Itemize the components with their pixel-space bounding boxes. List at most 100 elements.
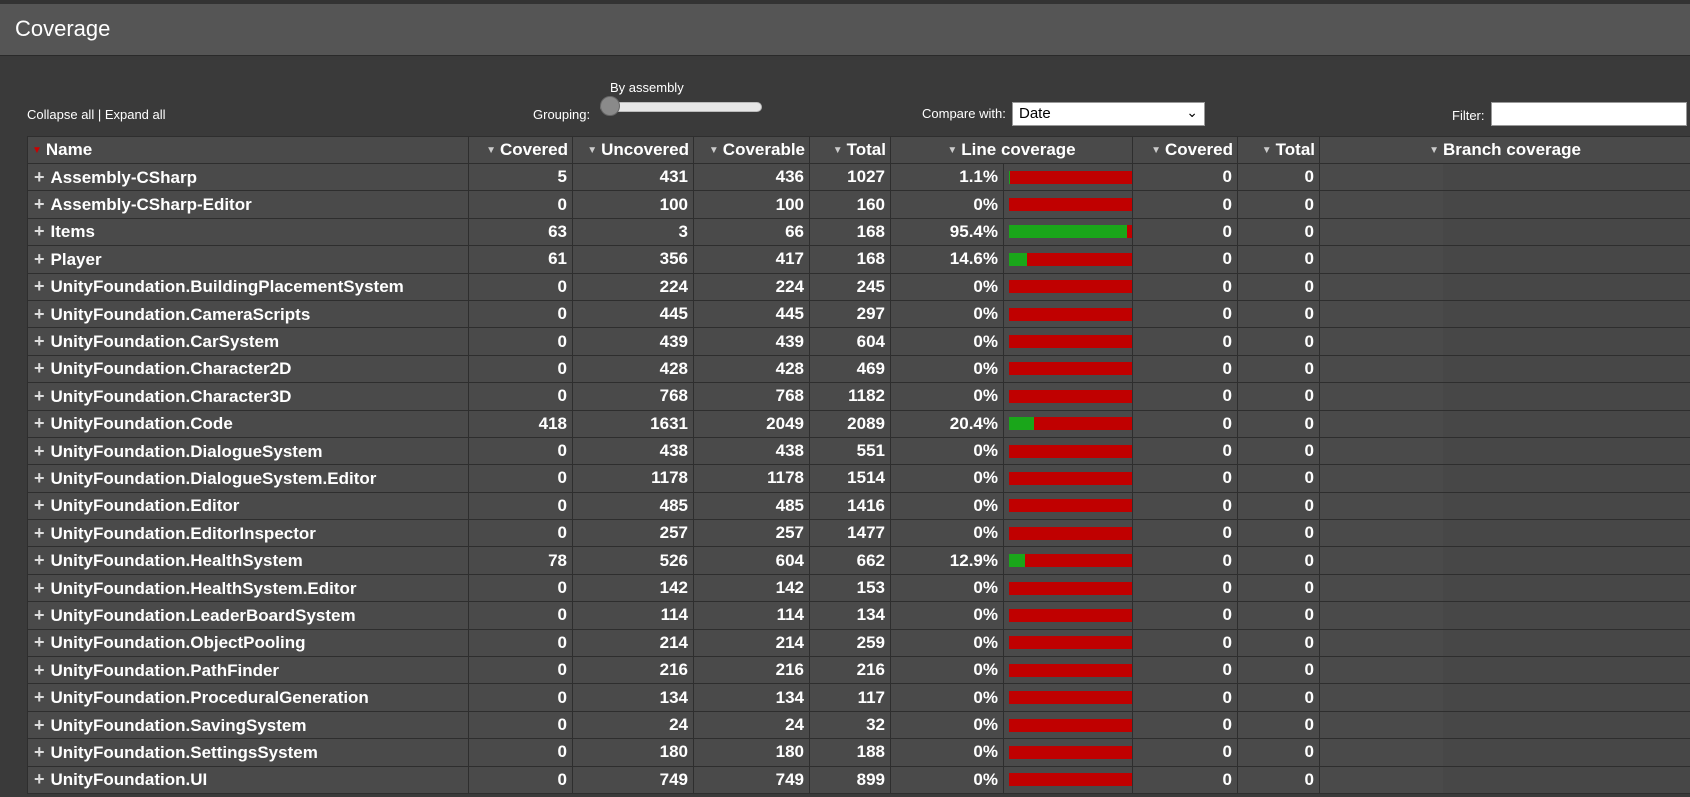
expand-plus-icon[interactable]: +: [34, 687, 45, 707]
expand-plus-icon[interactable]: +: [34, 358, 45, 378]
row-coverable: 485: [693, 491, 810, 521]
row-name-cell[interactable]: + UnityFoundation.CarSystem: [27, 327, 469, 356]
table-row[interactable]: + UnityFoundation.Character3D 0 768 768 1182 0…: [27, 382, 1690, 411]
header-covered[interactable]: ▼ Covered: [468, 136, 573, 164]
header-branch-coverage[interactable]: ▼ Branch coverage: [1319, 136, 1690, 164]
row-branch-covered: 0: [1132, 519, 1239, 548]
header-coverable[interactable]: ▼ Coverable: [693, 136, 810, 164]
row-branch-coverage: [1319, 162, 1690, 192]
row-coverable: 439: [693, 327, 810, 356]
table-row[interactable]: + UnityFoundation.SavingSystem 0 24 24 32 0% 0 0: [27, 710, 1690, 740]
table-row[interactable]: + UnityFoundation.HealthSystem.Editor 0 142…: [27, 573, 1690, 603]
expand-plus-icon[interactable]: +: [34, 495, 45, 515]
expand-plus-icon[interactable]: +: [34, 249, 45, 269]
expand-plus-icon[interactable]: +: [34, 276, 45, 296]
filter-input[interactable]: [1491, 102, 1687, 126]
row-name-cell[interactable]: + UnityFoundation.Character2D: [27, 354, 469, 384]
grouping-slider[interactable]: [600, 96, 762, 116]
row-name-cell[interactable]: + UnityFoundation.DialogueSystem: [27, 436, 469, 466]
expand-plus-icon[interactable]: +: [34, 742, 45, 762]
header-branch-total[interactable]: ▼ Total: [1237, 136, 1321, 164]
table-row[interactable]: + UnityFoundation.Code 418 1631 2049 2089 20.4…: [27, 409, 1690, 438]
row-branch-covered: 0: [1132, 738, 1239, 767]
header-line-coverage[interactable]: ▼ Line coverage: [889, 136, 1134, 164]
slider-track[interactable]: [600, 102, 762, 112]
table-row[interactable]: + UnityFoundation.CarSystem 0 439 439 604 0% 0 0: [27, 327, 1690, 356]
table-row[interactable]: + Player 61 356 417 168 14.6% 0 0: [27, 245, 1690, 274]
expand-plus-icon[interactable]: +: [34, 386, 45, 406]
row-name-cell[interactable]: + UnityFoundation.ProceduralGeneration: [27, 683, 469, 712]
row-name-cell[interactable]: + UnityFoundation.HealthSystem: [27, 546, 469, 575]
expand-plus-icon[interactable]: +: [34, 605, 45, 625]
expand-plus-icon[interactable]: +: [34, 413, 45, 433]
row-name-cell[interactable]: + Assembly-CSharp-Editor: [27, 190, 469, 219]
expand-plus-icon[interactable]: +: [34, 632, 45, 652]
expand-plus-icon[interactable]: +: [34, 167, 45, 187]
table-row[interactable]: + UnityFoundation.SettingsSystem 0 180 180 18…: [27, 738, 1690, 767]
row-name-cell[interactable]: + UnityFoundation.PathFinder: [27, 656, 469, 685]
table-row[interactable]: + Items 63 3 66 168 95.4% 0 0: [27, 217, 1690, 247]
row-name-cell[interactable]: + UnityFoundation.Character3D: [27, 382, 469, 411]
table-row[interactable]: + UnityFoundation.Editor 0 485 485 1416 0% 0 0: [27, 491, 1690, 521]
header-total[interactable]: ▼ Total: [809, 136, 891, 164]
expand-plus-icon[interactable]: +: [34, 550, 45, 570]
expand-plus-icon[interactable]: +: [34, 194, 45, 214]
expand-plus-icon[interactable]: +: [34, 660, 45, 680]
table-row[interactable]: + UnityFoundation.CameraScripts 0 445 445 297…: [27, 299, 1690, 329]
expand-plus-icon[interactable]: +: [34, 578, 45, 598]
row-name-cell[interactable]: + UnityFoundation.Code: [27, 409, 469, 438]
row-coverable: 134: [693, 683, 810, 712]
row-name-cell[interactable]: + UnityFoundation.Editor: [27, 491, 469, 521]
row-name-cell[interactable]: + UnityFoundation.DialogueSystem.Editor: [27, 464, 469, 493]
header-branch-covered[interactable]: ▼ Covered: [1132, 136, 1239, 164]
table-row[interactable]: + UnityFoundation.Character2D 0 428 428 469 0%…: [27, 354, 1690, 384]
expand-plus-icon[interactable]: +: [34, 304, 45, 324]
collapse-all-link[interactable]: Collapse all: [27, 107, 94, 122]
table-row[interactable]: + UnityFoundation.BuildingPlacementSystem…: [27, 272, 1690, 301]
expand-plus-icon[interactable]: +: [34, 331, 45, 351]
expand-plus-icon[interactable]: +: [34, 468, 45, 488]
expand-plus-icon[interactable]: +: [34, 769, 45, 789]
row-coverable: 1178: [693, 464, 810, 493]
table-row[interactable]: + UnityFoundation.PathFinder 0 216 216 216 0% 0…: [27, 656, 1690, 685]
table-row[interactable]: + Assembly-CSharp-Editor 0 100 100 160 0% 0 0: [27, 190, 1690, 219]
expand-plus-icon[interactable]: +: [34, 715, 45, 735]
table-row[interactable]: + Assembly-CSharp 5 431 436 1027 1.1% 0 0: [27, 162, 1690, 192]
table-row[interactable]: + UnityFoundation.DialogueSystem.Editor 0 1…: [27, 464, 1690, 493]
table-row[interactable]: + UnityFoundation.EditorInspector 0 257 257 1…: [27, 519, 1690, 548]
expand-plus-icon[interactable]: +: [34, 221, 45, 241]
expand-plus-icon[interactable]: +: [34, 523, 45, 543]
compare-select[interactable]: Date ⌄: [1012, 102, 1205, 126]
row-branch-total: 0: [1237, 409, 1321, 438]
row-name-cell[interactable]: + UnityFoundation.UI: [27, 765, 469, 794]
row-name-cell[interactable]: + Items: [27, 217, 469, 247]
expand-all-link[interactable]: Expand all: [105, 107, 166, 122]
row-name: UnityFoundation.HealthSystem: [50, 551, 303, 571]
row-name-cell[interactable]: + UnityFoundation.SavingSystem: [27, 710, 469, 740]
table-row[interactable]: + UnityFoundation.DialogueSystem 0 438 438 55…: [27, 436, 1690, 466]
row-name-cell[interactable]: + Player: [27, 245, 469, 274]
row-name-cell[interactable]: + UnityFoundation.CameraScripts: [27, 299, 469, 329]
row-name-cell[interactable]: + UnityFoundation.EditorInspector: [27, 519, 469, 548]
table-row[interactable]: + UnityFoundation.UI 0 749 749 899 0% 0 0: [27, 765, 1690, 794]
sort-down-icon: ▼: [1261, 145, 1272, 157]
row-name-cell[interactable]: + UnityFoundation.SettingsSystem: [27, 738, 469, 767]
header-name[interactable]: ▼ Name: [27, 136, 469, 164]
header-uncovered[interactable]: ▼ Uncovered: [572, 136, 694, 164]
row-name-cell[interactable]: + UnityFoundation.ObjectPooling: [27, 628, 469, 658]
row-uncovered: 1178: [572, 464, 694, 493]
row-name-cell[interactable]: + Assembly-CSharp: [27, 162, 469, 192]
table-row[interactable]: + UnityFoundation.ObjectPooling 0 214 214 259…: [27, 628, 1690, 658]
table-row[interactable]: + UnityFoundation.ProceduralGeneration 0 13…: [27, 683, 1690, 712]
table-row[interactable]: + UnityFoundation.HealthSystem 78 526 604 662…: [27, 546, 1690, 575]
coverage-bar: [1009, 417, 1132, 431]
slider-thumb[interactable]: [600, 96, 620, 116]
row-name-cell[interactable]: + UnityFoundation.LeaderBoardSystem: [27, 601, 469, 630]
sort-down-icon: ▼: [1151, 145, 1161, 157]
table-row[interactable]: + UnityFoundation.LeaderBoardSystem 0 114 11…: [27, 601, 1690, 630]
expand-plus-icon[interactable]: +: [34, 441, 45, 461]
row-uncovered: 214: [572, 628, 694, 658]
row-branch-coverage: [1319, 765, 1690, 794]
row-name-cell[interactable]: + UnityFoundation.HealthSystem.Editor: [27, 573, 469, 603]
row-name-cell[interactable]: + UnityFoundation.BuildingPlacementSystem: [27, 272, 469, 301]
